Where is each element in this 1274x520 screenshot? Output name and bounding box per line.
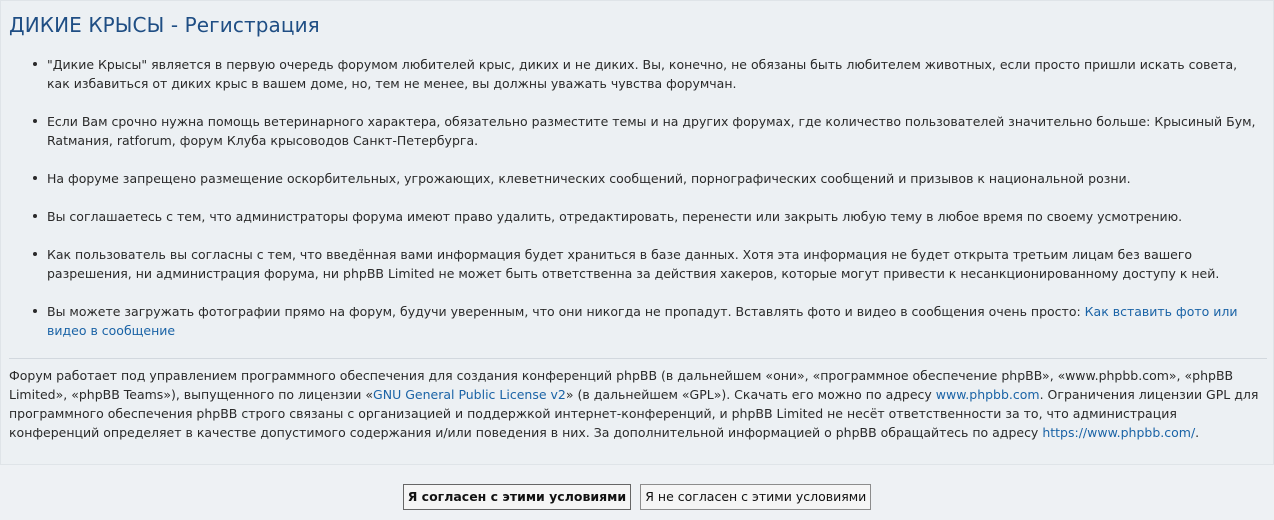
action-buttons: Я согласен с этими условиями Я не соглас… [0, 484, 1274, 510]
rules-list: "Дикие Крысы" является в первую очередь … [1, 55, 1261, 359]
agree-button[interactable]: Я согласен с этими условиями [402, 484, 632, 510]
registration-panel: ДИКИЕ КРЫСЫ - Регистрация "Дикие Крысы" … [0, 0, 1274, 465]
rule-text: Если Вам срочно нужна помощь ветеринарно… [47, 114, 1256, 148]
rule-text: На форуме запрещено размещение оскорбите… [47, 171, 1131, 186]
divider [9, 358, 1267, 359]
rule-item: Если Вам срочно нужна помощь ветеринарно… [1, 112, 1261, 150]
rule-text: Вы соглашаетесь с тем, что администратор… [47, 209, 1183, 224]
rule-item: Вы соглашаетесь с тем, что администратор… [1, 207, 1261, 226]
phpbb-info-link[interactable]: https://www.phpbb.com/ [1042, 425, 1195, 440]
rule-item: На форуме запрещено размещение оскорбите… [1, 169, 1261, 188]
rule-text: "Дикие Крысы" является в первую очередь … [47, 57, 1238, 91]
gpl-license-link[interactable]: GNU General Public License v2 [373, 387, 566, 402]
license-text-part: . [1195, 425, 1200, 440]
disagree-button[interactable]: Я не согласен с этими условиями [640, 484, 872, 510]
bullet-icon [33, 252, 37, 256]
license-text: Форум работает под управлением программн… [9, 366, 1271, 442]
rule-text: Как пользователь вы согласны с тем, что … [47, 247, 1220, 281]
bullet-icon [33, 62, 37, 66]
bullet-icon [33, 176, 37, 180]
bullet-icon [33, 309, 37, 313]
bullet-icon [33, 214, 37, 218]
page-title: ДИКИЕ КРЫСЫ - Регистрация [9, 13, 320, 37]
license-text-part: » (в дальнейшем «GPL»). Скачать его можн… [565, 387, 936, 402]
rule-item: "Дикие Крысы" является в первую очередь … [1, 55, 1261, 93]
rule-item: Как пользователь вы согласны с тем, что … [1, 245, 1261, 283]
rule-item: Вы можете загружать фотографии прямо на … [1, 302, 1261, 340]
rule-text: Вы можете загружать фотографии прямо на … [47, 304, 1085, 319]
bullet-icon [33, 119, 37, 123]
phpbb-download-link[interactable]: www.phpbb.com [936, 387, 1040, 402]
